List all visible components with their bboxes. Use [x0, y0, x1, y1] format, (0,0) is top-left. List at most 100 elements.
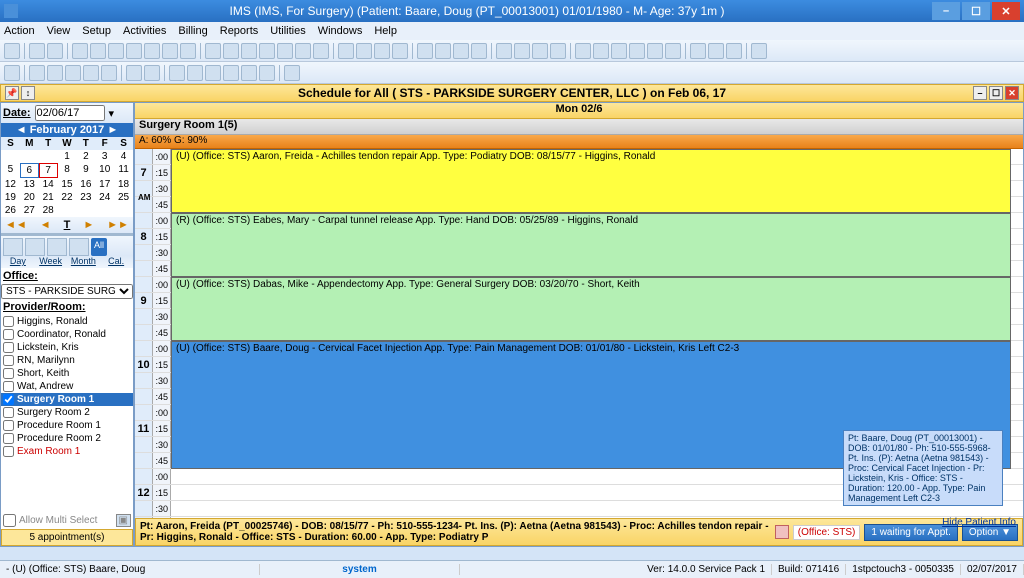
menu-billing[interactable]: Billing: [178, 25, 207, 37]
calendar-day[interactable]: 14: [39, 178, 58, 191]
provider-item[interactable]: Coordinator, Ronald: [1, 328, 133, 341]
sched-pin-icon[interactable]: 📌: [5, 86, 19, 100]
view-day-button[interactable]: [3, 238, 23, 256]
provider-checkbox[interactable]: [3, 433, 14, 444]
view-label[interactable]: Week: [36, 256, 66, 266]
toolbar-button[interactable]: [241, 65, 257, 81]
toolbar-button[interactable]: [180, 43, 196, 59]
toolbar-button[interactable]: [4, 65, 20, 81]
provider-checkbox[interactable]: [3, 407, 14, 418]
menu-help[interactable]: Help: [374, 25, 397, 37]
cal-nav-next-fast[interactable]: ►►: [107, 219, 129, 231]
calendar-day[interactable]: 12: [1, 178, 20, 191]
calendar-day[interactable]: 11: [114, 163, 133, 178]
calendar-day[interactable]: 19: [1, 191, 20, 204]
menu-action[interactable]: Action: [4, 25, 35, 37]
toolbar-button[interactable]: [223, 43, 239, 59]
calendar-day[interactable]: 3: [95, 150, 114, 163]
toolbar-button[interactable]: [162, 43, 178, 59]
calendar-day[interactable]: 8: [58, 163, 77, 178]
appointment-block[interactable]: (U) (Office: STS) Aaron, Freida - Achill…: [171, 149, 1011, 213]
calendar-day[interactable]: 28: [39, 204, 58, 217]
view-label[interactable]: Cal.: [101, 256, 131, 266]
toolbar-button[interactable]: [338, 43, 354, 59]
calendar-day[interactable]: 20: [20, 191, 39, 204]
provider-checkbox[interactable]: [3, 316, 14, 327]
provider-checkbox[interactable]: [3, 329, 14, 340]
calendar-day[interactable]: [58, 204, 77, 217]
list-toggle-icon[interactable]: ▣: [116, 514, 131, 527]
calendar-day[interactable]: 22: [58, 191, 77, 204]
calendar-day[interactable]: 16: [76, 178, 95, 191]
menu-windows[interactable]: Windows: [318, 25, 363, 37]
toolbar-button[interactable]: [277, 43, 293, 59]
toolbar-button[interactable]: [83, 65, 99, 81]
toolbar-button[interactable]: [29, 65, 45, 81]
provider-checkbox[interactable]: [3, 368, 14, 379]
toolbar-button[interactable]: [187, 65, 203, 81]
provider-item[interactable]: Short, Keith: [1, 367, 133, 380]
toolbar-button[interactable]: [47, 43, 63, 59]
provider-item[interactable]: Procedure Room 2: [1, 432, 133, 445]
toolbar-button[interactable]: [356, 43, 372, 59]
calendar-day[interactable]: 6: [20, 163, 39, 178]
toolbar-button[interactable]: [313, 43, 329, 59]
provider-checkbox[interactable]: [3, 355, 14, 366]
provider-item[interactable]: Lickstein, Kris: [1, 341, 133, 354]
view-label[interactable]: Month: [69, 256, 99, 266]
toolbar-button[interactable]: [205, 43, 221, 59]
toolbar-button[interactable]: [205, 65, 221, 81]
calendar-day[interactable]: 25: [114, 191, 133, 204]
minimize-button[interactable]: –: [932, 2, 960, 20]
date-input[interactable]: [35, 105, 105, 121]
calendar-day[interactable]: 23: [76, 191, 95, 204]
view-cal-button[interactable]: [69, 238, 89, 256]
toolbar-button[interactable]: [611, 43, 627, 59]
calendar-day[interactable]: [95, 204, 114, 217]
toolbar-button[interactable]: [435, 43, 451, 59]
provider-item[interactable]: Higgins, Ronald: [1, 315, 133, 328]
calendar-day[interactable]: 7: [39, 163, 58, 178]
sched-close-icon[interactable]: ✕: [1005, 86, 1019, 100]
toolbar-button[interactable]: [4, 43, 20, 59]
toolbar-button[interactable]: [392, 43, 408, 59]
provider-checkbox[interactable]: [3, 394, 14, 405]
toolbar-button[interactable]: [47, 65, 63, 81]
menu-reports[interactable]: Reports: [220, 25, 259, 37]
calendar-day[interactable]: 1: [58, 150, 77, 163]
toolbar-button[interactable]: [29, 43, 45, 59]
menu-setup[interactable]: Setup: [82, 25, 111, 37]
provider-item[interactable]: Surgery Room 2: [1, 406, 133, 419]
toolbar-button[interactable]: [126, 65, 142, 81]
provider-item[interactable]: Surgery Room 1: [1, 393, 133, 406]
toolbar-button[interactable]: [144, 43, 160, 59]
date-dropdown-icon[interactable]: ▾: [109, 107, 115, 120]
calendar-day[interactable]: 17: [95, 178, 114, 191]
calendar-day[interactable]: [39, 150, 58, 163]
toolbar-button[interactable]: [169, 65, 185, 81]
toolbar-button[interactable]: [65, 65, 81, 81]
provider-checkbox[interactable]: [3, 446, 14, 457]
calendar-day[interactable]: [76, 204, 95, 217]
toolbar-button[interactable]: [726, 43, 742, 59]
toolbar-button[interactable]: [284, 65, 300, 81]
cal-nav-next[interactable]: ►: [83, 219, 94, 231]
provider-item[interactable]: Procedure Room 1: [1, 419, 133, 432]
toolbar-button[interactable]: [72, 43, 88, 59]
provider-checkbox[interactable]: [3, 420, 14, 431]
calendar-day[interactable]: 2: [76, 150, 95, 163]
toolbar-button[interactable]: [417, 43, 433, 59]
sched-sort-icon[interactable]: ↕: [21, 86, 35, 100]
cal-nav-prev[interactable]: ◄: [40, 219, 51, 231]
toolbar-button[interactable]: [550, 43, 566, 59]
sched-min-icon[interactable]: –: [973, 86, 987, 100]
calendar-day[interactable]: 5: [1, 163, 20, 178]
toolbar-button[interactable]: [629, 43, 645, 59]
view-all-button[interactable]: All: [91, 238, 107, 256]
view-label[interactable]: Day: [3, 256, 33, 266]
sched-max-icon[interactable]: ☐: [989, 86, 1003, 100]
view-week-button[interactable]: [25, 238, 45, 256]
toolbar-button[interactable]: [108, 43, 124, 59]
toolbar-button[interactable]: [223, 65, 239, 81]
toolbar-button[interactable]: [532, 43, 548, 59]
